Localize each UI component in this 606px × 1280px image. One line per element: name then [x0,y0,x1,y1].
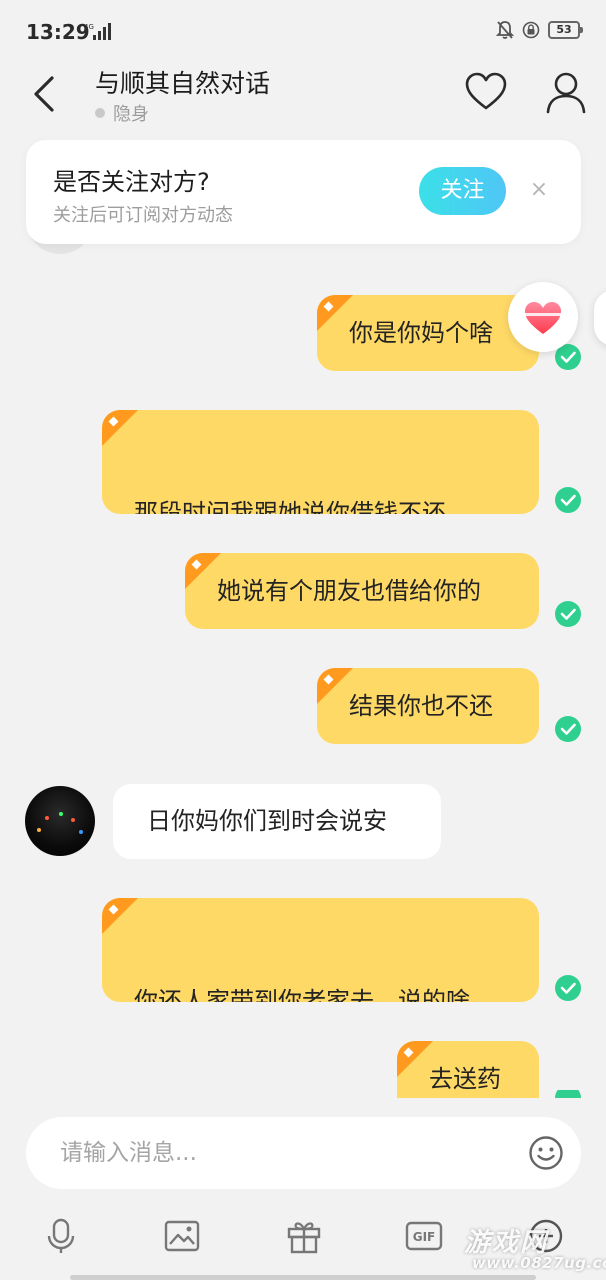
profile-icon[interactable] [545,70,587,114]
read-check-icon [555,975,581,1001]
badge-tag-icon [102,410,138,446]
message-text: 那段时间我跟她说你借钱不还， 我给她看你的陌陌号 [134,499,470,514]
message-input-bar [26,1117,581,1189]
reaction-heart-button[interactable] [508,282,578,352]
lock-rotation-icon [522,21,540,39]
presence-dot [95,108,105,118]
read-check-icon [555,487,581,513]
message-bubble-incoming[interactable]: 日你妈你们到时会说安 [113,784,441,859]
signal-icon: 4G [84,23,111,40]
gift-icon[interactable] [284,1216,324,1256]
close-icon[interactable]: × [527,176,551,204]
home-indicator[interactable] [70,1275,536,1280]
follow-prompt-card: 是否关注对方? 关注后可订阅对方动态 关注 × [26,140,581,244]
read-check-icon [555,1090,581,1098]
bell-off-icon [496,21,514,39]
message-bubble-outgoing[interactable]: 去送药 [397,1041,539,1098]
message-text: 结果你也不还 [349,692,493,720]
message-bubble-outgoing[interactable]: 她说有个朋友也借给你的 [185,553,539,629]
image-icon[interactable] [162,1216,202,1256]
follow-prompt-subtitle: 关注后可订阅对方动态 [53,205,233,226]
badge-tag-icon [397,1041,433,1077]
badge-tag-icon [185,553,221,589]
mic-icon[interactable] [41,1216,81,1256]
follow-button[interactable]: 关注 [419,167,506,215]
watermark: 游戏网 www.0827ug.com [462,1222,606,1278]
message-text: 她说有个朋友也借给你的 [217,577,481,605]
chat-title: 与顺其自然对话 [95,69,271,98]
read-check-icon [555,716,581,742]
gif-label: GIF [413,1230,436,1244]
presence-status: 隐身 [95,100,149,126]
message-bubble-outgoing[interactable]: 结果你也不还 [317,668,539,744]
message-input[interactable] [60,1117,500,1189]
status-bar: 13:29 4G 53 [0,0,606,62]
badge-tag-icon [102,898,138,934]
badge-tag-icon [317,668,353,704]
status-icons: 53 [496,20,583,40]
message-text: 去送药 [429,1065,501,1093]
gif-icon[interactable]: GIF [404,1216,444,1256]
message-text: 日你妈你们到时会说安 [147,807,387,835]
status-time: 13:29 [26,20,90,44]
reaction-more-button[interactable] [594,290,606,346]
message-text: 你是你妈个啥 [349,319,493,347]
heart-reaction-icon [525,302,561,334]
back-button[interactable] [28,72,62,116]
message-bubble-outgoing[interactable]: 那段时间我跟她说你借钱不还， 我给她看你的陌陌号 [102,410,539,514]
read-check-icon [555,601,581,627]
contact-avatar[interactable] [25,786,95,856]
badge-tag-icon [317,295,353,331]
emoji-icon[interactable] [528,1135,564,1171]
message-bubble-outgoing[interactable]: 你还人家带到你老家去，说的啥 子 [102,898,539,1002]
chat-header: 与顺其自然对话 隐身 [0,62,606,132]
follow-prompt-title: 是否关注对方? [53,168,210,196]
message-text: 你还人家带到你老家去，说的啥 子 [134,987,470,1002]
battery-icon: 53 [548,21,583,39]
heart-icon[interactable] [464,72,508,112]
presence-label: 隐身 [113,104,149,125]
message-bubble-outgoing[interactable]: 你是你妈个啥 [317,295,539,371]
watermark-url: www.0827ug.com [472,1254,606,1272]
network-label: 4G [84,23,94,31]
